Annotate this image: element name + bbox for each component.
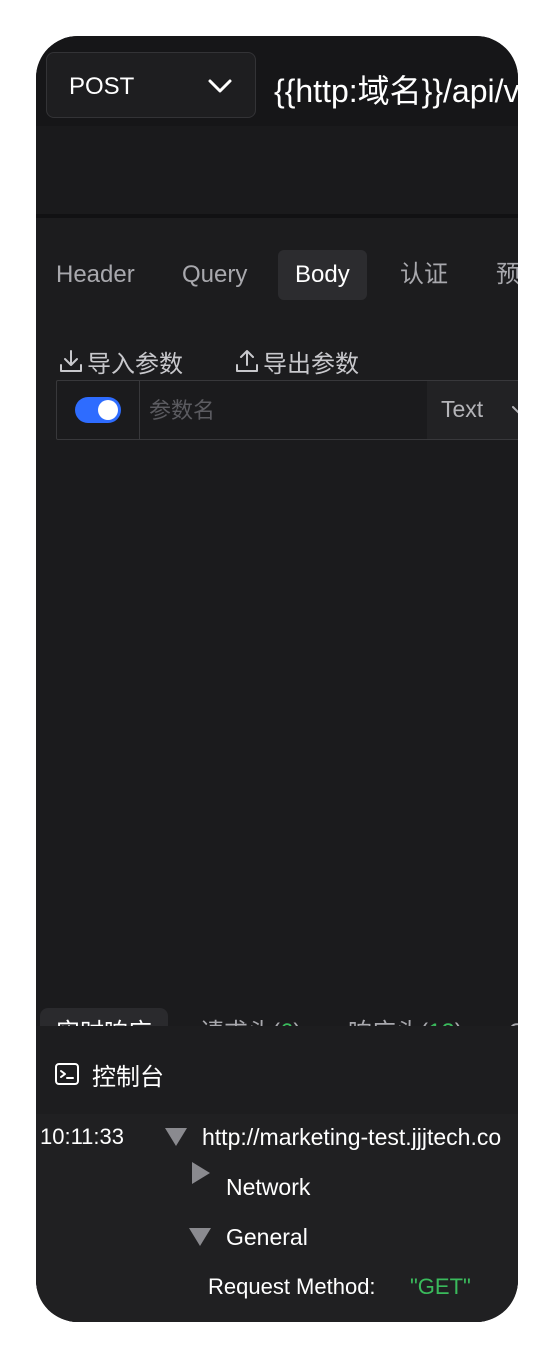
console-title: 控制台 [92, 1063, 164, 1091]
request-method-value: "GET" [410, 1274, 471, 1299]
request-method-key: Request Method: [208, 1274, 376, 1299]
url-input[interactable]: {{http:域名}}/api/v [274, 66, 518, 112]
log-url: http://marketing-test.jjjtech.co [202, 1124, 502, 1150]
expand-triangle-icon[interactable] [192, 1162, 210, 1184]
tab-pre[interactable]: 预 [496, 250, 518, 300]
param-type-select[interactable]: Text [427, 381, 518, 439]
export-params-button[interactable]: 导出参数 [234, 336, 359, 386]
general-node-label[interactable]: General [226, 1224, 308, 1251]
app-window: POST {{http:域名}}/api/v Header Query Body… [36, 36, 518, 1322]
url-bar: POST {{http:域名}}/api/v [36, 36, 518, 126]
collapse-triangle-icon[interactable] [165, 1128, 187, 1146]
network-node-label[interactable]: Network [226, 1174, 310, 1201]
tab-query[interactable]: Query [182, 250, 247, 300]
param-enable-toggle[interactable] [75, 397, 121, 423]
export-params-label: 导出参数 [263, 350, 359, 378]
param-name-input[interactable] [149, 395, 419, 427]
console-log-entry: 10:11:33 http://marketing-test.jjjtech.c… [36, 1114, 518, 1322]
console-panel: 控制台 10:11:33 http://marketing-test.jjjte… [36, 1026, 518, 1322]
body-editor-area [36, 440, 518, 990]
method-select[interactable]: POST [46, 52, 256, 118]
log-timestamp: 10:11:33 [40, 1124, 125, 1149]
import-params-button[interactable]: 导入参数 [58, 336, 183, 386]
chevron-down-icon [208, 79, 232, 93]
tab-header[interactable]: Header [56, 250, 135, 300]
body-actions: 导入参数 导出参数 [36, 336, 518, 386]
method-label: POST [69, 73, 135, 100]
console-header[interactable]: 控制台 [54, 1054, 164, 1094]
param-type-label: Text [441, 396, 484, 422]
download-icon [60, 350, 82, 372]
import-params-label: 导入参数 [87, 350, 183, 378]
upload-icon [236, 350, 258, 372]
toggle-knob [98, 400, 118, 420]
request-tabs: Header Query Body 认证 预 [36, 214, 518, 314]
chevron-down-icon [512, 406, 518, 414]
collapse-triangle-icon[interactable] [189, 1228, 211, 1246]
url-subbar [36, 126, 518, 214]
tab-body[interactable]: Body [278, 250, 367, 300]
tab-auth[interactable]: 认证 [400, 250, 448, 300]
column-divider [139, 381, 140, 439]
terminal-icon [55, 1063, 79, 1085]
param-row: Text [56, 380, 518, 440]
